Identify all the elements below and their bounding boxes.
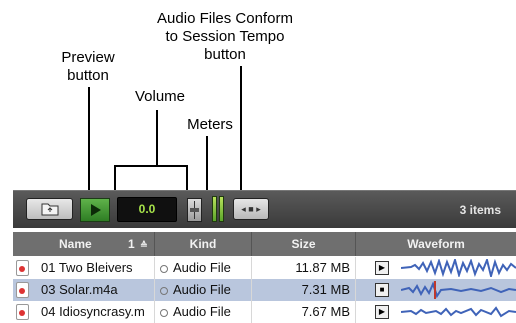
row-size: 11.87 MB <box>252 257 356 279</box>
row-preview-button[interactable]: ▶ <box>375 261 389 275</box>
row-size: 7.31 MB <box>252 279 356 301</box>
row-kind: Audio File <box>155 257 252 279</box>
volume-display[interactable]: 0.0 <box>117 197 177 222</box>
folder-up-icon <box>41 203 59 216</box>
sort-index: 1 <box>128 237 135 251</box>
meters-callout-text: Meters <box>187 116 233 133</box>
row-kind-label: Audio File <box>173 260 231 275</box>
meters-leader <box>206 136 208 194</box>
kind-icon <box>160 308 168 317</box>
parent-folder-button[interactable] <box>26 198 73 220</box>
preview-leader <box>88 87 90 194</box>
row-kind: Audio File <box>155 301 252 323</box>
col-header-name[interactable]: Name 1 ≙ <box>13 232 155 256</box>
waveform-icon <box>401 306 516 318</box>
row-size: 7.67 MB <box>252 301 356 323</box>
col-header-waveform[interactable]: Waveform <box>356 232 516 256</box>
volume-bracket-left <box>114 165 116 193</box>
audio-file-icon <box>16 282 29 298</box>
col-header-name-label: Name <box>59 237 92 251</box>
waveform-icon <box>401 259 516 277</box>
col-header-kind-label: Kind <box>189 237 217 251</box>
volume-leader <box>156 110 158 166</box>
preview-callout-text: Preview button <box>61 49 115 84</box>
waveform-icon <box>401 281 516 299</box>
row-preview-button[interactable]: ▶ <box>375 305 389 319</box>
row-kind: Audio File <box>155 279 252 301</box>
volume-bracket <box>114 165 188 167</box>
col-header-size[interactable]: Size <box>252 232 356 256</box>
volume-fader[interactable] <box>187 198 202 222</box>
meter-right <box>219 196 224 222</box>
table-row[interactable]: 04 Idiosyncrasy.m Audio File 7.67 MB ▶ <box>13 301 516 323</box>
sort-direction-icon: ≙ <box>140 240 148 250</box>
table-header: Name 1 ≙ Kind Size Waveform <box>13 232 516 256</box>
conform-callout: Audio Files Conform to Session Tempo but… <box>140 10 310 64</box>
volume-callout-text: Volume <box>134 88 186 105</box>
col-header-size-label: Size <box>291 237 316 251</box>
meter-left <box>212 196 217 222</box>
col-header-kind[interactable]: Kind <box>155 232 252 256</box>
audio-file-icon <box>16 260 29 276</box>
preview-button[interactable] <box>80 198 110 222</box>
play-icon <box>91 204 101 216</box>
row-kind-label: Audio File <box>173 304 231 319</box>
col-header-waveform-label: Waveform <box>407 237 465 251</box>
volume-callout: Volume <box>120 88 200 106</box>
row-stop-button[interactable]: ■ <box>375 283 389 297</box>
meters-callout: Meters <box>175 116 245 134</box>
fader-handle-icon <box>190 201 199 219</box>
row-kind-label: Audio File <box>173 282 231 297</box>
conform-to-tempo-button[interactable]: ◂ ■ ▸ <box>233 198 269 220</box>
table-row[interactable]: 03 Solar.m4a Audio File 7.31 MB ■ <box>13 279 516 301</box>
audio-file-icon <box>16 304 29 320</box>
row-name: 04 Idiosyncrasy.m <box>41 301 155 323</box>
row-name: 01 Two Bleivers <box>41 257 155 279</box>
kind-icon <box>160 286 168 295</box>
table-row[interactable]: 01 Two Bleivers Audio File 11.87 MB ▶ <box>13 257 516 279</box>
preview-callout: Preview button <box>48 49 128 85</box>
toolbar: 0.0 ◂ ■ ▸ 3 items <box>13 190 516 228</box>
volume-bracket-right <box>186 165 188 193</box>
conform-leader <box>240 66 242 194</box>
row-name: 03 Solar.m4a <box>41 279 155 301</box>
conform-callout-text: Audio Files Conform to Session Tempo but… <box>157 10 293 63</box>
kind-icon <box>160 264 168 273</box>
items-count: 3 items <box>459 203 501 217</box>
meters <box>212 195 224 222</box>
